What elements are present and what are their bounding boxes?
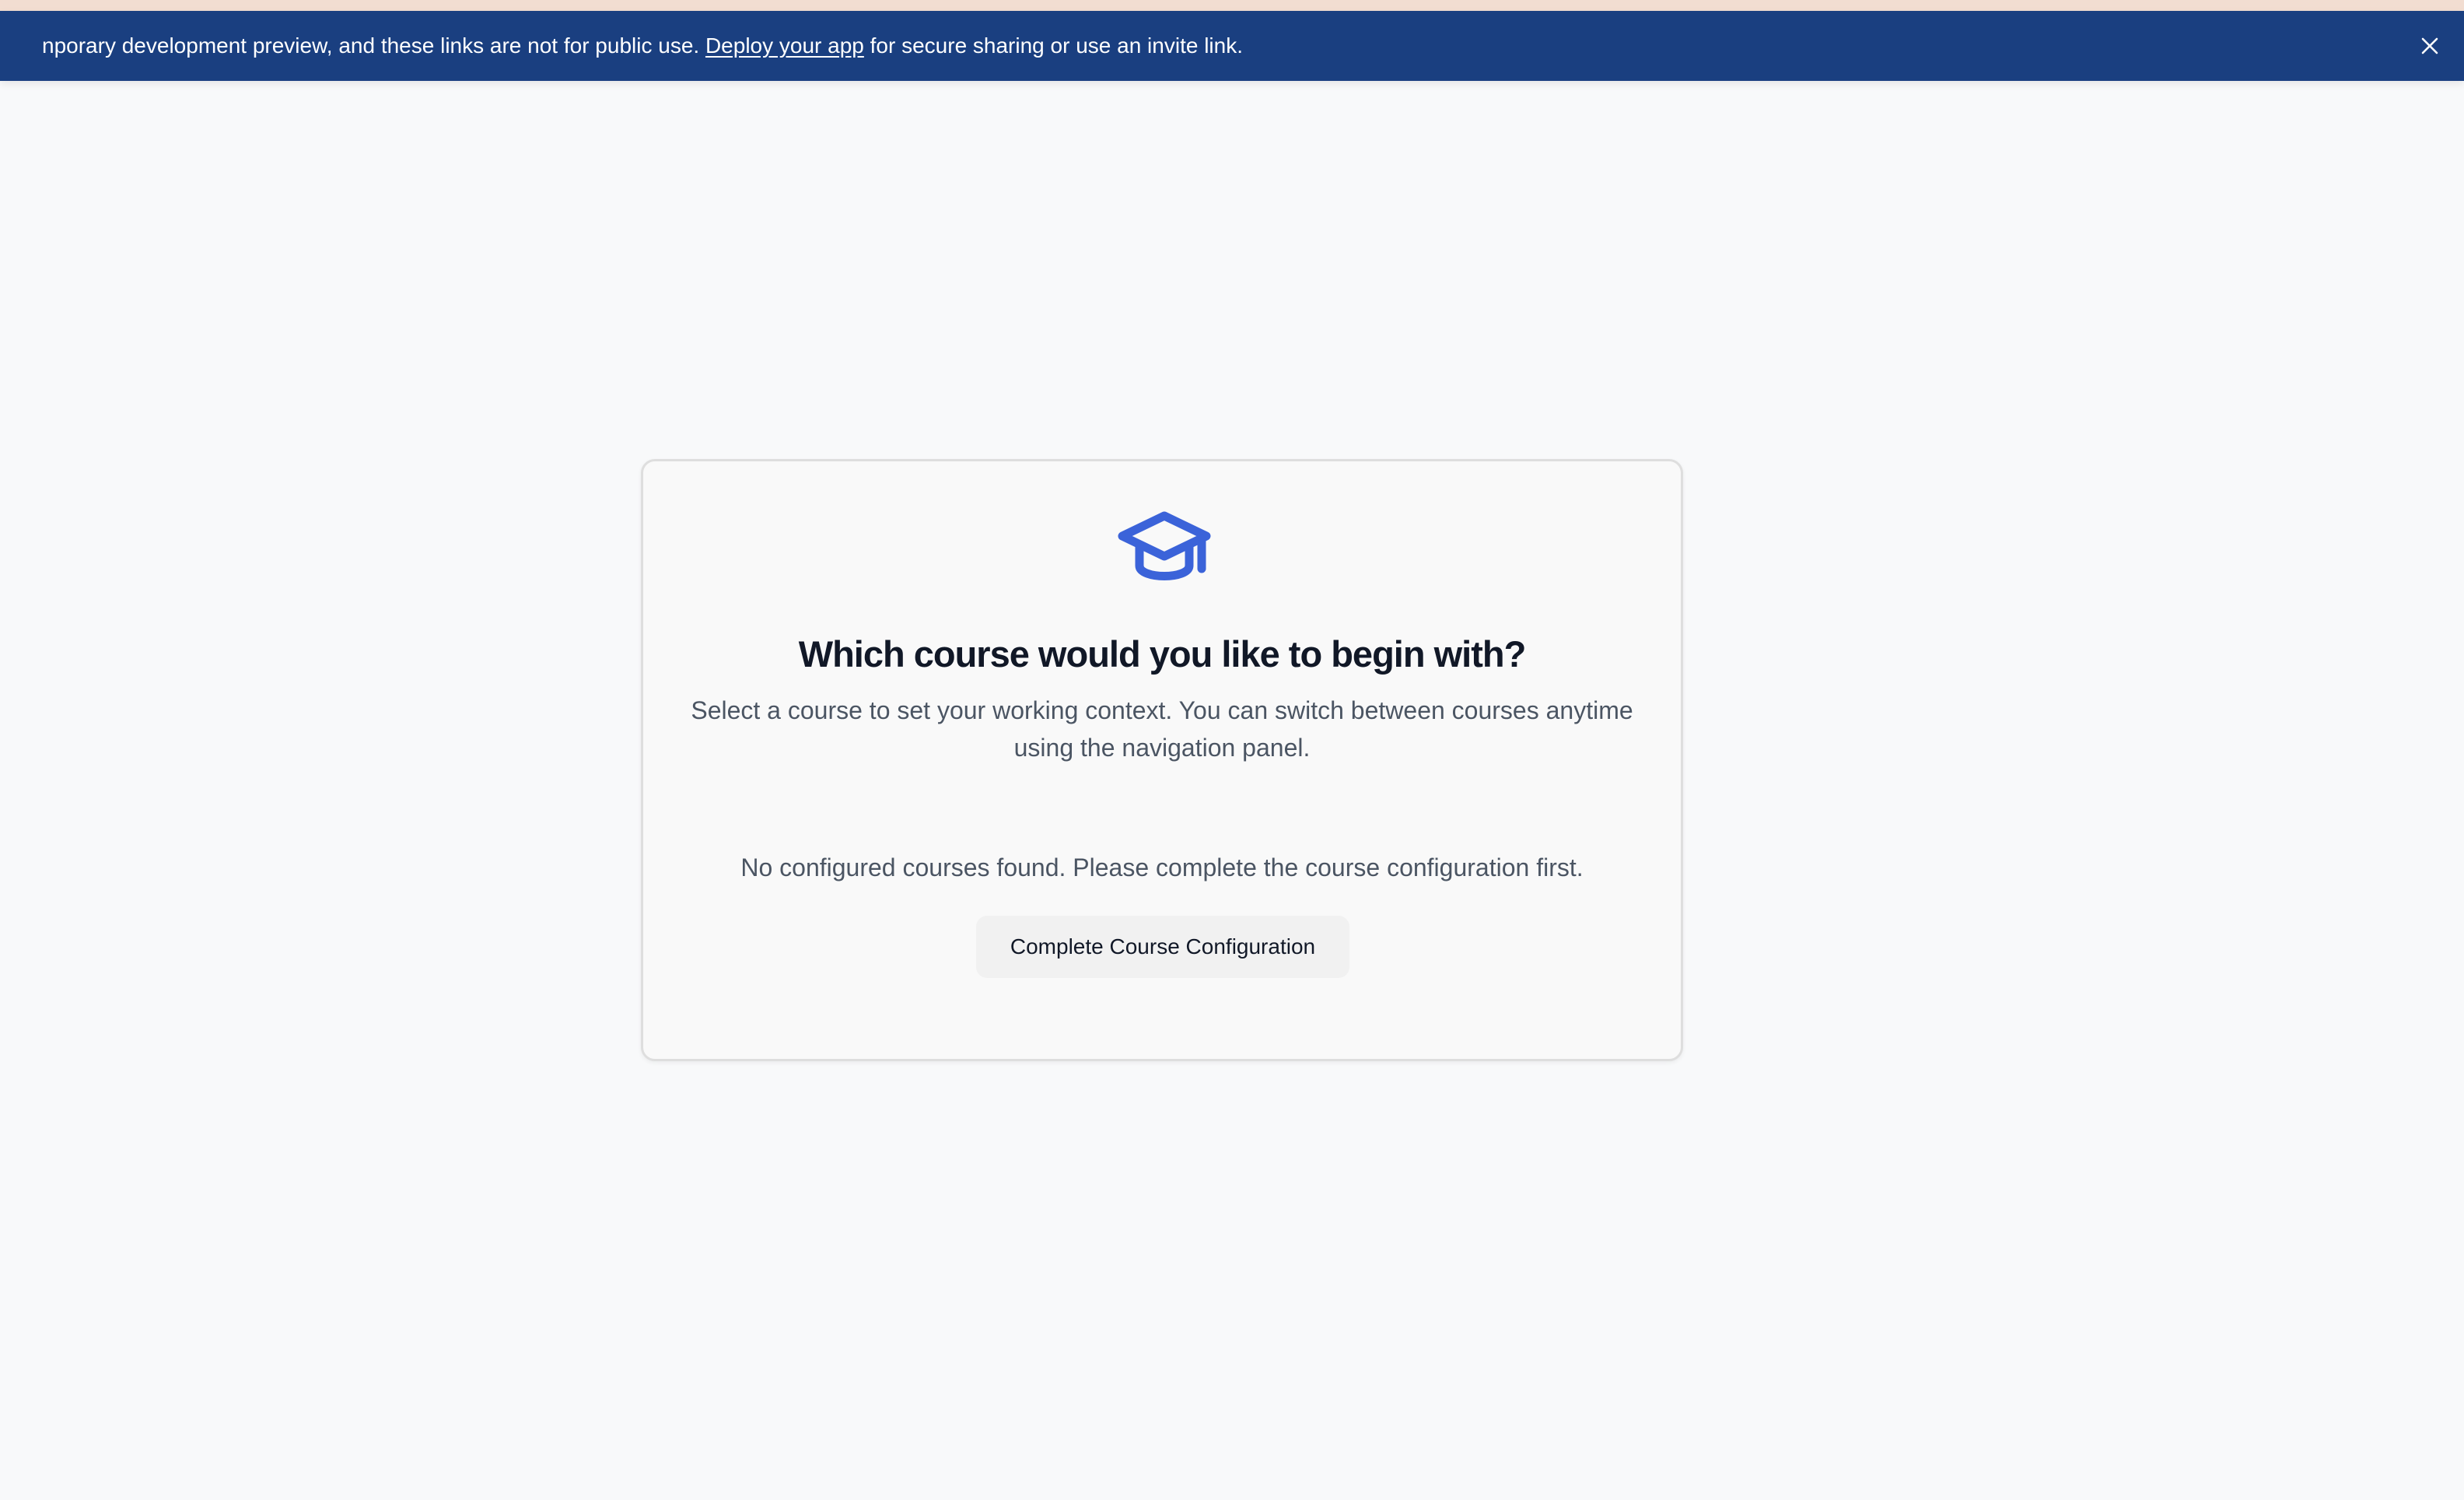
close-icon — [2421, 37, 2438, 54]
graduation-cap-icon — [1118, 511, 1211, 580]
banner-close-button[interactable] — [2414, 30, 2445, 61]
banner-text-before: nporary development preview, and these l… — [42, 33, 705, 58]
complete-course-configuration-button[interactable]: Complete Course Configuration — [976, 916, 1349, 978]
deploy-app-link[interactable]: Deploy your app — [705, 33, 864, 58]
card-title: Which course would you like to begin wit… — [798, 633, 1527, 675]
banner-text-after: for secure sharing or use an invite link… — [863, 33, 1243, 58]
banner-message: nporary development preview, and these l… — [42, 11, 1243, 81]
empty-state-message: No configured courses found. Please comp… — [740, 853, 1584, 881]
card-subtitle: Select a course to set your working cont… — [691, 696, 1633, 762]
top-accent-strip — [0, 0, 2464, 11]
preview-banner: nporary development preview, and these l… — [0, 11, 2464, 81]
course-selection-card: Which course would you like to begin wit… — [641, 459, 1683, 1061]
